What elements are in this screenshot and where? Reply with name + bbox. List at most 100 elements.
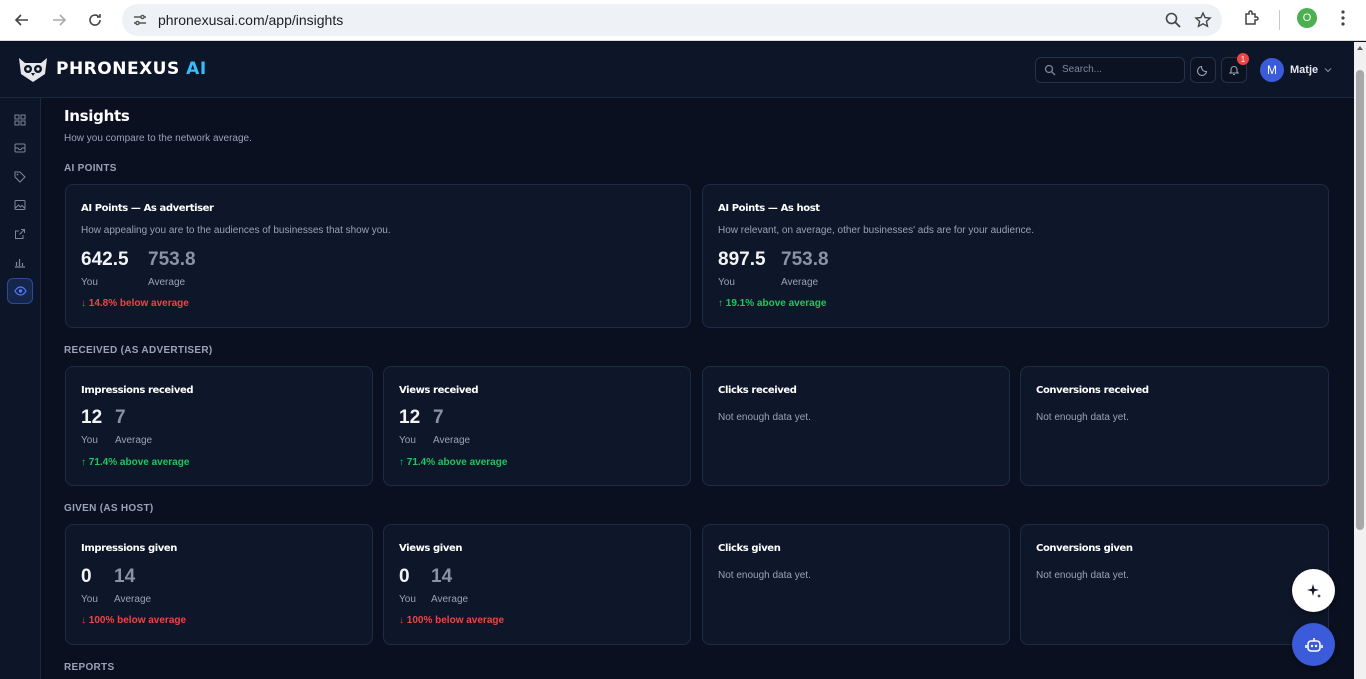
average-label: Average	[115, 435, 153, 446]
you-value: 12	[399, 407, 421, 428]
average-value: 753.8	[781, 249, 829, 270]
arrow-left-icon	[14, 14, 28, 26]
brand-name: PHRONEXUS AI	[56, 59, 207, 79]
empty-state-text: Not enough data yet.	[718, 570, 811, 581]
sidebar-item-media[interactable]	[7, 192, 33, 218]
inbox-icon	[14, 143, 26, 153]
eye-icon	[13, 286, 27, 296]
conversions-given-card: Conversions given Not enough data yet.	[1020, 524, 1329, 645]
card-title: Conversions received	[1036, 385, 1149, 396]
sidebar-item-inbox[interactable]	[7, 135, 33, 161]
user-menu[interactable]: M Matje	[1260, 58, 1332, 82]
average-value: 14	[114, 566, 136, 587]
bell-icon	[1228, 66, 1240, 76]
main-content: Insights How you compare to the network …	[41, 98, 1354, 679]
you-label: You	[399, 435, 416, 446]
search-input[interactable]: Search...	[1035, 57, 1185, 83]
delta-indicator: ↓ 100% below average	[81, 615, 187, 626]
external-link-icon	[15, 229, 25, 239]
average-value: 753.8	[148, 249, 196, 270]
you-value: 0	[81, 566, 92, 587]
site-settings-icon[interactable]	[132, 12, 148, 28]
owl-logo-icon	[19, 58, 47, 82]
impressions-received-card: Impressions received 12 7 You Average ↑ …	[65, 366, 373, 486]
delta-indicator: ↑ 71.4% above average	[399, 457, 508, 468]
reload-icon	[89, 14, 101, 26]
bookmark-star-icon[interactable]	[1194, 11, 1212, 29]
average-label: Average	[431, 594, 469, 605]
dashboard-icon	[14, 114, 26, 126]
robot-icon	[1304, 637, 1323, 652]
kebab-menu-icon	[1341, 10, 1345, 26]
average-label: Average	[433, 435, 471, 446]
moon-icon	[1197, 65, 1208, 76]
search-placeholder: Search...	[1062, 64, 1103, 75]
average-label: Average	[781, 277, 819, 288]
sidebar-item-tags[interactable]	[7, 164, 33, 190]
sidebar-item-dashboard[interactable]	[7, 107, 33, 133]
profile-avatar[interactable]: O	[1297, 8, 1317, 28]
card-description: How relevant, on average, other business…	[718, 225, 1034, 236]
you-value: 0	[399, 566, 410, 587]
section-given: GIVEN (AS HOST)	[64, 503, 154, 514]
card-title: Conversions given	[1036, 543, 1133, 554]
section-received: RECEIVED (AS ADVERTISER)	[64, 345, 213, 356]
sidebar	[0, 98, 41, 679]
brand-suffix: AI	[186, 59, 207, 79]
average-label: Average	[148, 277, 186, 288]
address-bar[interactable]: phronexusai.com/app/insights	[122, 4, 1222, 36]
image-icon	[14, 200, 26, 210]
average-value: 7	[433, 407, 444, 428]
impressions-given-card: Impressions given 0 14 You Average ↓ 100…	[65, 524, 373, 645]
chatbot-button[interactable]	[1292, 623, 1335, 666]
you-label: You	[81, 435, 98, 446]
clicks-given-card: Clicks given Not enough data yet.	[702, 524, 1010, 645]
card-title: Clicks received	[718, 385, 797, 396]
notification-badge: 1	[1237, 53, 1249, 65]
page-subtitle: How you compare to the network average.	[64, 133, 252, 144]
scroll-up-arrow[interactable]	[1357, 46, 1363, 50]
app-header: PHRONEXUS AI Search... 1 M Matje	[0, 42, 1354, 98]
card-title: Views received	[399, 385, 479, 396]
you-label: You	[81, 594, 98, 605]
empty-state-text: Not enough data yet.	[1036, 412, 1129, 423]
sidebar-item-insights[interactable]	[7, 278, 33, 304]
empty-state-text: Not enough data yet.	[718, 412, 811, 423]
section-reports: REPORTS	[64, 662, 115, 673]
url-text: phronexusai.com/app/insights	[158, 12, 344, 28]
bar-chart-icon	[15, 259, 25, 268]
sidebar-item-analytics[interactable]	[7, 249, 33, 275]
you-value: 897.5	[718, 249, 766, 270]
page-scrollbar[interactable]	[1354, 42, 1366, 679]
clicks-received-card: Clicks received Not enough data yet.	[702, 366, 1010, 486]
you-value: 642.5	[81, 249, 129, 270]
theme-toggle-button[interactable]	[1190, 57, 1216, 83]
user-name: Matje	[1290, 64, 1319, 76]
page-title: Insights	[64, 107, 130, 125]
you-label: You	[81, 277, 98, 288]
browser-menu-button[interactable]	[1334, 8, 1352, 33]
ai-points-advertiser-card: AI Points — As advertiser How appealing …	[65, 184, 691, 328]
reload-button[interactable]	[83, 8, 107, 32]
brand-logo[interactable]: PHRONEXUS AI	[16, 54, 207, 84]
views-received-card: Views received 12 7 You Average ↑ 71.4% …	[383, 366, 691, 486]
card-description: How appealing you are to the audiences o…	[81, 225, 391, 236]
you-label: You	[718, 277, 735, 288]
views-given-card: Views given 0 14 You Average ↓ 100% belo…	[383, 524, 691, 645]
scrollbar-thumb[interactable]	[1356, 70, 1364, 530]
sidebar-item-links[interactable]	[7, 221, 33, 247]
card-title: Impressions received	[81, 385, 194, 396]
forward-button[interactable]	[47, 8, 71, 32]
card-title: Views given	[399, 543, 463, 554]
zoom-icon[interactable]	[1164, 11, 1182, 29]
ai-assist-button[interactable]	[1292, 569, 1335, 612]
avatar: M	[1260, 58, 1284, 82]
tag-icon	[14, 171, 26, 183]
toolbar-divider	[1279, 10, 1280, 30]
card-title: Impressions given	[81, 543, 177, 554]
back-button[interactable]	[10, 8, 34, 32]
notifications-button[interactable]: 1	[1221, 53, 1249, 83]
card-title: AI Points — As advertiser	[81, 203, 214, 214]
extensions-button[interactable]	[1242, 8, 1262, 33]
sparkle-icon	[1306, 583, 1321, 598]
